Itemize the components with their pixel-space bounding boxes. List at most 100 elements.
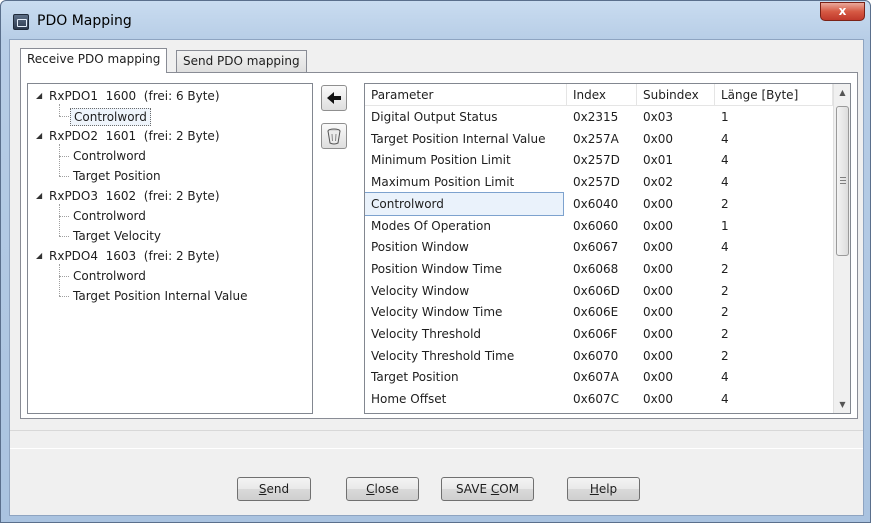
cell-laenge: 1 bbox=[721, 218, 729, 233]
separator bbox=[10, 430, 863, 431]
cell-parameter: Controlword bbox=[365, 191, 564, 216]
cell-parameter: Maximum Position Limit bbox=[371, 175, 515, 190]
cell-subindex: 0x00 bbox=[643, 392, 674, 407]
cell-laenge: 4 bbox=[721, 153, 729, 168]
tab-panel: ◢ RxPDO1 1600 (frei: 6 Byte) Controlword… bbox=[20, 72, 858, 419]
cell-parameter: Velocity Window bbox=[371, 283, 470, 298]
cell-subindex: 0x00 bbox=[643, 283, 674, 298]
delete-mapping-button[interactable] bbox=[321, 123, 347, 149]
cell-index: 0x6067 bbox=[573, 240, 619, 255]
tree-node-rxpdo4[interactable]: RxPDO4 1603 (frei: 2 Byte) bbox=[49, 248, 220, 264]
cell-laenge: 2 bbox=[721, 283, 729, 298]
table-row[interactable]: Velocity Threshold 0x606F 0x00 2 bbox=[365, 323, 833, 345]
cell-index: 0x6070 bbox=[573, 348, 619, 363]
column-header-subindex[interactable]: Subindex bbox=[637, 84, 715, 106]
scroll-down-icon[interactable]: ▼ bbox=[834, 396, 850, 413]
tree-leaf-controlword[interactable]: Controlword bbox=[73, 148, 146, 164]
scrollbar-thumb[interactable] bbox=[836, 106, 849, 256]
cell-laenge: 2 bbox=[721, 305, 729, 320]
expand-arrow-icon[interactable]: ◢ bbox=[36, 248, 42, 264]
column-header-laenge[interactable]: Länge [Byte] bbox=[715, 84, 833, 106]
cell-laenge: 2 bbox=[721, 196, 729, 211]
table-row[interactable]: Target Position Internal Value 0x257A 0x00… bbox=[365, 128, 833, 150]
cell-parameter: Velocity Window Time bbox=[371, 305, 503, 320]
save-com-button[interactable]: SAVE COM bbox=[441, 477, 534, 501]
cell-parameter: Position Window Time bbox=[371, 261, 503, 276]
cell-parameter: Velocity Threshold Time bbox=[371, 348, 515, 363]
expand-arrow-icon[interactable]: ◢ bbox=[36, 188, 42, 204]
tree-node-rxpdo1[interactable]: RxPDO1 1600 (frei: 6 Byte) bbox=[49, 88, 220, 104]
tree-leaf-controlword[interactable]: Controlword bbox=[70, 108, 151, 126]
table-row[interactable]: Modes Of Operation 0x6060 0x00 1 bbox=[365, 215, 833, 237]
arrow-left-icon bbox=[327, 92, 341, 104]
table-row[interactable]: Velocity Window Time 0x606E 0x00 2 bbox=[365, 301, 833, 323]
column-header-parameter[interactable]: Parameter bbox=[365, 84, 567, 106]
table-vertical-scrollbar[interactable]: ▲ ▼ bbox=[833, 84, 850, 413]
cell-subindex: 0x00 bbox=[643, 131, 674, 146]
table-row[interactable]: Digital Output Status 0x2315 0x03 1 bbox=[365, 106, 833, 128]
cell-parameter: Minimum Position Limit bbox=[371, 153, 511, 168]
cell-subindex: 0x00 bbox=[643, 218, 674, 233]
expand-arrow-icon[interactable]: ◢ bbox=[36, 88, 42, 104]
cell-subindex: 0x03 bbox=[643, 110, 674, 124]
table-row[interactable]: Minimum Position Limit 0x257D 0x01 4 bbox=[365, 149, 833, 171]
cell-laenge: 1 bbox=[721, 110, 729, 124]
tree-leaf-target-position[interactable]: Target Position bbox=[73, 168, 161, 184]
send-button[interactable]: Send bbox=[237, 477, 311, 501]
table-row[interactable]: Home Offset 0x607C 0x00 4 bbox=[365, 388, 833, 410]
cell-subindex: 0x00 bbox=[643, 348, 674, 363]
table-row[interactable]: Velocity Threshold Time 0x6070 0x00 2 bbox=[365, 345, 833, 367]
column-header-index[interactable]: Index bbox=[567, 84, 637, 106]
cell-parameter: Home Offset bbox=[371, 392, 447, 407]
add-mapping-button[interactable] bbox=[321, 85, 347, 111]
cell-subindex: 0x00 bbox=[643, 370, 674, 385]
tree-leaf-target-position-internal-value[interactable]: Target Position Internal Value bbox=[73, 288, 248, 304]
cell-laenge: 4 bbox=[721, 370, 729, 385]
cell-laenge: 4 bbox=[721, 392, 729, 407]
pdo-mapping-window: PDO Mapping x Receive PDO mapping Send P… bbox=[0, 0, 871, 523]
cell-index: 0x607C bbox=[573, 392, 620, 407]
cell-index: 0x6068 bbox=[573, 261, 619, 276]
cell-laenge: 2 bbox=[721, 327, 729, 341]
table-row[interactable]: Position Window Time 0x6068 0x00 2 bbox=[365, 258, 833, 280]
cell-index: 0x607A bbox=[573, 370, 619, 385]
table-row[interactable]: Position Window 0x6067 0x00 4 bbox=[365, 236, 833, 258]
cell-laenge: 4 bbox=[721, 175, 729, 190]
scroll-up-icon[interactable]: ▲ bbox=[834, 84, 850, 101]
cell-subindex: 0x00 bbox=[643, 261, 674, 276]
table-row[interactable]: Target Position 0x607A 0x00 4 bbox=[365, 366, 833, 388]
expand-arrow-icon[interactable]: ◢ bbox=[36, 128, 42, 144]
separator bbox=[10, 448, 863, 449]
cell-parameter: Modes Of Operation bbox=[371, 218, 491, 233]
pdo-tree[interactable]: ◢ RxPDO1 1600 (frei: 6 Byte) Controlword… bbox=[27, 83, 313, 414]
tree-node-rxpdo2[interactable]: RxPDO2 1601 (frei: 2 Byte) bbox=[49, 128, 220, 144]
tab-receive-pdo-mapping[interactable]: Receive PDO mapping bbox=[20, 48, 168, 73]
window-title: PDO Mapping bbox=[37, 13, 132, 29]
cell-subindex: 0x02 bbox=[643, 175, 674, 190]
tree-leaf-target-velocity[interactable]: Target Velocity bbox=[73, 228, 161, 244]
cell-index: 0x2315 bbox=[573, 110, 619, 124]
cell-parameter: Velocity Threshold bbox=[371, 327, 482, 341]
close-button[interactable]: Close bbox=[346, 477, 419, 501]
cell-laenge: 4 bbox=[721, 131, 729, 146]
table-row[interactable]: Maximum Position Limit 0x257D 0x02 4 bbox=[365, 171, 833, 193]
cell-index: 0x606F bbox=[573, 327, 618, 341]
tree-node-rxpdo3[interactable]: RxPDO3 1602 (frei: 2 Byte) bbox=[49, 188, 220, 204]
tree-leaf-controlword[interactable]: Controlword bbox=[73, 268, 146, 284]
cell-index: 0x606D bbox=[573, 283, 620, 298]
table-row[interactable]: Controlword 0x6040 0x00 2 bbox=[365, 191, 833, 216]
cell-laenge: 2 bbox=[721, 261, 729, 276]
table-row[interactable]: Velocity Window 0x606D 0x00 2 bbox=[365, 280, 833, 302]
cell-index: 0x606E bbox=[573, 305, 619, 320]
title-bar[interactable]: PDO Mapping x bbox=[1, 1, 870, 39]
cell-index: 0x257A bbox=[573, 131, 619, 146]
cell-parameter: Digital Output Status bbox=[371, 110, 498, 124]
close-window-button[interactable]: x bbox=[820, 2, 865, 21]
tab-send-pdo-mapping[interactable]: Send PDO mapping bbox=[176, 50, 307, 72]
cell-index: 0x257D bbox=[573, 175, 620, 190]
mapping-parameter-table[interactable]: Parameter Index Subindex Länge [Byte] Di… bbox=[364, 83, 851, 414]
cell-parameter: Position Window bbox=[371, 240, 469, 255]
tree-leaf-controlword[interactable]: Controlword bbox=[73, 208, 146, 224]
help-button[interactable]: Help bbox=[567, 477, 640, 501]
cell-subindex: 0x00 bbox=[643, 305, 674, 320]
